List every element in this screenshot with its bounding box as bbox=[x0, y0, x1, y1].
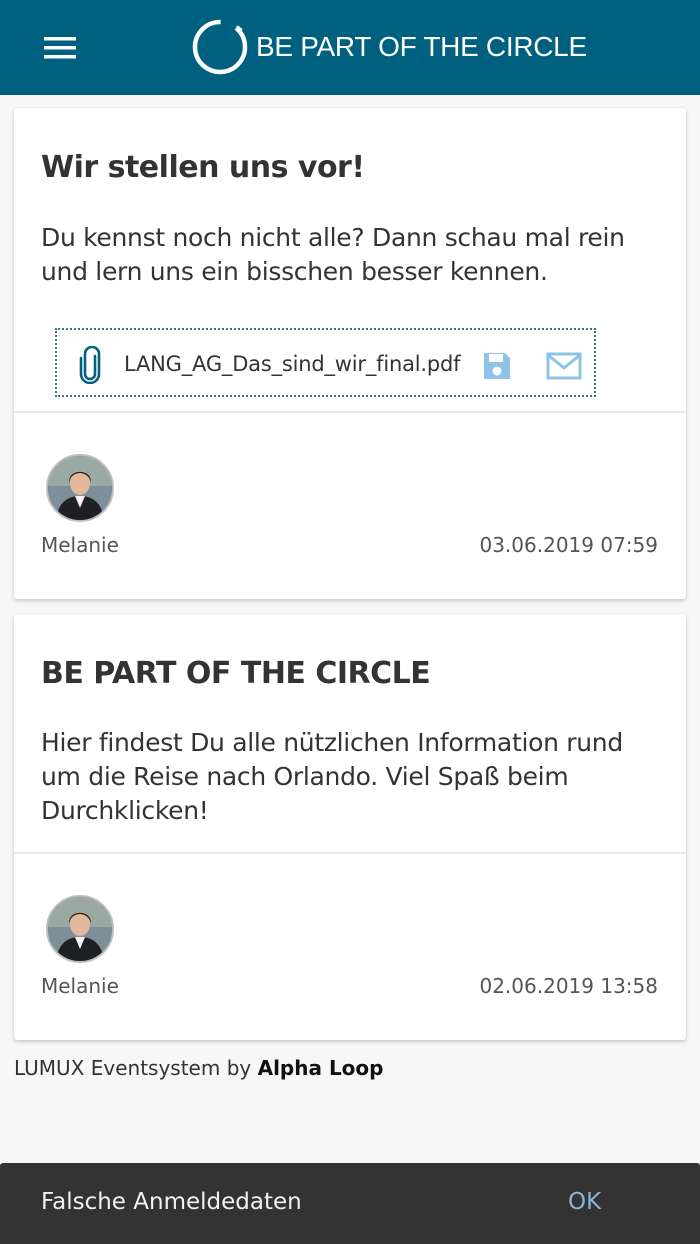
envelope-icon[interactable] bbox=[546, 352, 582, 380]
brand-title: BE PART OF THE CIRCLE bbox=[256, 31, 587, 62]
post-author: Melanie bbox=[41, 974, 119, 998]
paperclip-icon bbox=[79, 346, 101, 384]
footer-credit: LUMUX Eventsystem by Alpha Loop bbox=[14, 1056, 383, 1080]
snackbar-message: Falsche Anmeldedaten bbox=[41, 1189, 302, 1215]
footer-credit-brand[interactable]: Alpha Loop bbox=[258, 1056, 384, 1080]
snackbar: Falsche Anmeldedaten OK bbox=[0, 1163, 700, 1244]
attachment-file-name[interactable]: LANG_AG_Das_sind_wir_final.pdf bbox=[124, 352, 461, 376]
hamburger-menu-icon bbox=[44, 37, 76, 59]
post-timestamp: 03.06.2019 07:59 bbox=[479, 533, 658, 557]
top-app-bar: BE PART OF THE CIRCLE bbox=[0, 0, 700, 95]
menu-button[interactable] bbox=[32, 22, 88, 74]
footer-credit-prefix: LUMUX Eventsystem by bbox=[14, 1056, 258, 1080]
avatar bbox=[46, 454, 114, 522]
floppy-disk-icon[interactable] bbox=[481, 350, 513, 382]
post-title: Wir stellen uns vor! bbox=[41, 150, 365, 185]
divider bbox=[14, 852, 686, 854]
divider bbox=[14, 411, 686, 413]
post-card: BE PART OF THE CIRCLE Hier findest Du al… bbox=[14, 614, 686, 1040]
post-title: BE PART OF THE CIRCLE bbox=[41, 656, 431, 691]
post-card: Wir stellen uns vor! Du kennst noch nich… bbox=[14, 108, 686, 599]
attachment-row[interactable]: LANG_AG_Das_sind_wir_final.pdf bbox=[55, 328, 596, 397]
post-text: Hier findest Du alle nützlichen Informat… bbox=[41, 728, 623, 825]
user-photo-icon bbox=[48, 456, 112, 520]
circle-logo-icon bbox=[192, 19, 248, 75]
post-text: Du kennst noch nicht alle? Dann schau ma… bbox=[41, 223, 625, 286]
post-author: Melanie bbox=[41, 533, 119, 557]
brand-logo: BE PART OF THE CIRCLE bbox=[190, 16, 587, 78]
user-photo-icon bbox=[48, 897, 112, 961]
avatar bbox=[46, 895, 114, 963]
post-timestamp: 02.06.2019 13:58 bbox=[479, 974, 658, 998]
snackbar-ok-button[interactable]: OK bbox=[568, 1189, 601, 1215]
